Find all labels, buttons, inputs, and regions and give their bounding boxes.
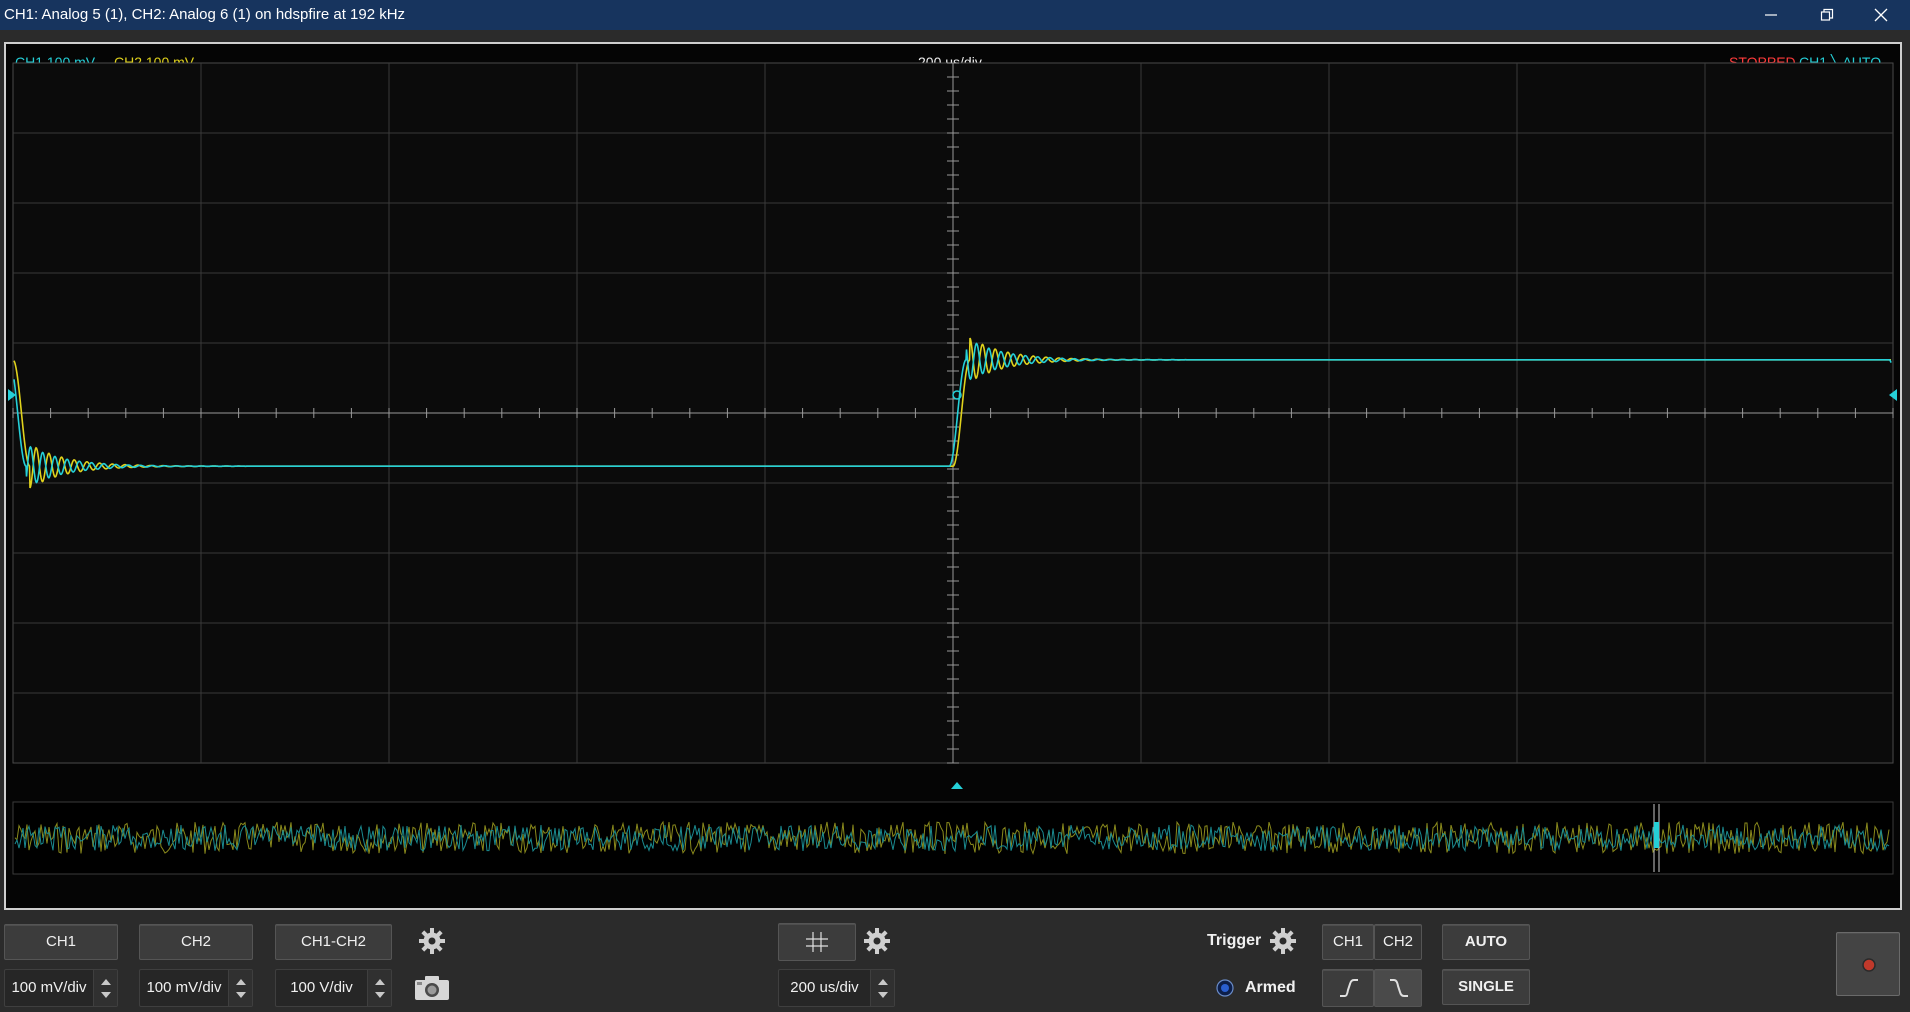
ch1-button[interactable]: CH1 xyxy=(4,924,118,960)
buffer-overview[interactable] xyxy=(12,801,1894,875)
trigger-position-marker[interactable] xyxy=(951,782,963,789)
timebase-spinner[interactable]: 200 us/div xyxy=(778,969,895,1007)
window-title: CH1: Analog 5 (1), CH2: Analog 6 (1) on … xyxy=(4,6,406,23)
grid-icon xyxy=(806,932,828,952)
ch1-scale-arrows[interactable] xyxy=(93,970,117,1006)
record-button[interactable] xyxy=(1836,932,1900,996)
gear-icon[interactable] xyxy=(1268,926,1298,956)
scope-frame: CH1 100 mV CH2 100 mV 200 us/div STOPPED… xyxy=(4,42,1902,910)
down-arrow-icon[interactable] xyxy=(236,992,246,998)
trigger-label: Trigger xyxy=(1207,932,1262,949)
minimize-button[interactable] xyxy=(1744,0,1800,30)
grid xyxy=(12,62,1894,764)
armed-label: Armed xyxy=(1245,979,1296,996)
trigger-ch1-button[interactable]: CH1 xyxy=(1322,924,1374,960)
up-arrow-icon[interactable] xyxy=(236,979,246,985)
rising-edge-button[interactable] xyxy=(1322,969,1374,1007)
close-icon xyxy=(1874,8,1888,22)
down-arrow-icon[interactable] xyxy=(878,992,888,998)
auto-button[interactable]: AUTO xyxy=(1442,924,1530,960)
rising-edge-icon xyxy=(1340,979,1358,997)
record-icon xyxy=(1862,958,1876,972)
down-arrow-icon[interactable] xyxy=(101,992,111,998)
ch2-button[interactable]: CH2 xyxy=(139,924,253,960)
restore-button[interactable] xyxy=(1800,0,1856,30)
up-arrow-icon[interactable] xyxy=(878,979,888,985)
up-arrow-icon[interactable] xyxy=(101,979,111,985)
timebase-value: 200 us/div xyxy=(790,979,859,996)
ch2-scale-arrows[interactable] xyxy=(228,970,252,1006)
armed-indicator-icon xyxy=(1216,979,1234,997)
falling-edge-button[interactable] xyxy=(1374,969,1422,1007)
math-scale-arrows[interactable] xyxy=(367,970,391,1006)
math-scale-value: 100 V/div xyxy=(290,979,353,996)
up-arrow-icon[interactable] xyxy=(375,979,385,985)
down-arrow-icon[interactable] xyxy=(375,992,385,998)
ch1-scale-spinner[interactable]: 100 mV/div xyxy=(4,969,118,1007)
trigger-ch2-button[interactable]: CH2 xyxy=(1374,924,1422,960)
ch2-scale-value: 100 mV/div xyxy=(146,979,222,996)
ch2-scale-spinner[interactable]: 100 mV/div xyxy=(139,969,253,1007)
falling-edge-icon xyxy=(1390,979,1408,997)
close-button[interactable] xyxy=(1854,0,1910,30)
restore-icon xyxy=(1820,8,1834,21)
grid-button[interactable] xyxy=(778,923,856,961)
camera-icon[interactable] xyxy=(413,974,451,1002)
gear-icon[interactable] xyxy=(862,926,892,956)
control-bar: CH1 CH2 CH1-CH2 100 mV/div 100 mV/div 10… xyxy=(0,912,1910,1012)
ch1-scale-value: 100 mV/div xyxy=(11,979,87,996)
title-bar: CH1: Analog 5 (1), CH2: Analog 6 (1) on … xyxy=(0,0,1910,30)
minimize-icon xyxy=(1765,14,1777,16)
buffer-position-indicator xyxy=(1654,822,1659,848)
gear-icon[interactable] xyxy=(417,926,447,956)
single-button[interactable]: SINGLE xyxy=(1442,969,1530,1005)
math-scale-spinner[interactable]: 100 V/div xyxy=(275,969,392,1007)
timebase-arrows[interactable] xyxy=(870,970,894,1006)
scope-display[interactable] xyxy=(6,44,1900,908)
ch1-minus-ch2-button[interactable]: CH1-CH2 xyxy=(275,924,392,960)
